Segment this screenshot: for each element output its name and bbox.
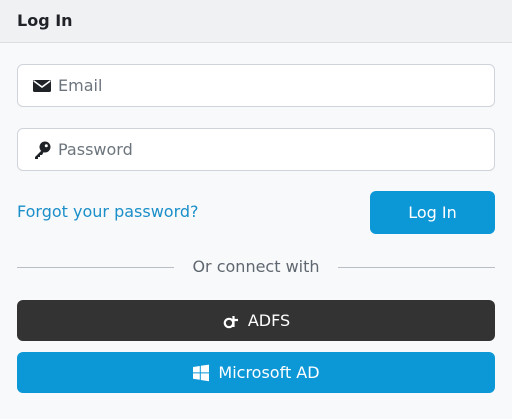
- microsoft-ad-button[interactable]: Microsoft AD: [17, 352, 495, 393]
- microsoft-ad-label: Microsoft AD: [218, 363, 320, 382]
- adfs-icon: [223, 315, 238, 328]
- divider-line-right: [338, 267, 495, 268]
- envelope-icon: [33, 80, 51, 92]
- key-icon: [35, 141, 51, 159]
- login-button[interactable]: Log In: [370, 191, 495, 234]
- adfs-button[interactable]: ADFS: [17, 300, 495, 341]
- password-input[interactable]: [58, 129, 478, 170]
- password-field[interactable]: [17, 128, 495, 171]
- page-title: Log In: [17, 11, 73, 30]
- email-input[interactable]: [58, 65, 478, 106]
- windows-icon: [193, 364, 210, 381]
- login-header: Log In: [0, 0, 512, 43]
- divider-line-left: [17, 267, 174, 268]
- email-field[interactable]: [17, 64, 495, 107]
- forgot-password-link[interactable]: Forgot your password?: [17, 202, 199, 221]
- divider-text: Or connect with: [192, 257, 320, 276]
- adfs-label: ADFS: [247, 311, 291, 330]
